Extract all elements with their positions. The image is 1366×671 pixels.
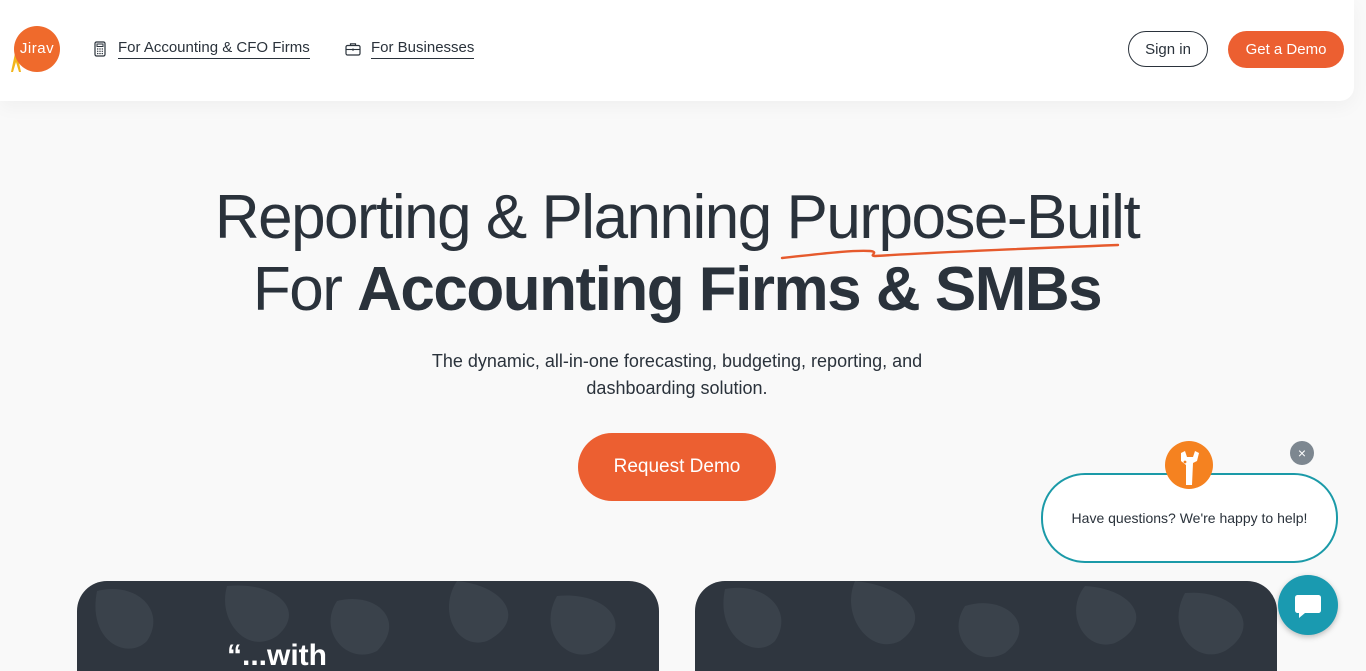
chat-launcher-button[interactable] [1278,575,1338,635]
calculator-icon [94,41,106,57]
chat-icon [1295,595,1321,618]
sign-in-button[interactable]: Sign in [1128,31,1208,67]
giraffe-pattern-background [95,581,616,655]
hero-subtitle: The dynamic, all-in-one forecasting, bud… [431,351,923,398]
hero-heading-bold: Accounting Firms & SMBs [357,255,1103,324]
chat-avatar-giraffe-icon [1165,441,1213,489]
testimonial-card-left: “...with [77,581,659,671]
request-demo-button[interactable]: Request Demo [578,433,776,501]
briefcase-icon [345,43,361,56]
testimonial-card-right [695,581,1277,671]
logo-wordmark: Jirav [14,26,60,72]
chat-greeting-text: Have questions? We're happy to help! [1071,510,1308,526]
nav-link-label: For Accounting & CFO Firms [118,39,310,59]
giraffe-pattern-background [723,581,1244,658]
nav-link-label: For Businesses [371,39,475,59]
hero-heading-line1: Reporting & Planning Purpose-Built [0,180,1354,256]
hero-heading-line2: For Accounting Firms & SMBs [0,252,1354,328]
testimonial-partial-text: “...with [227,639,327,671]
get-demo-button[interactable]: Get a Demo [1228,31,1344,68]
hero-heading-plain: Reporting & Planning [214,183,787,252]
chat-close-button[interactable]: × [1290,441,1314,465]
nav-link-businesses[interactable]: For Businesses [345,38,475,60]
hero-heading-plain: For [252,255,358,324]
jirav-logo[interactable]: Jirav [10,26,60,72]
giraffe-icon [1181,451,1199,485]
top-navigation: Jirav For Accounting & CFO Firms For Bus… [0,0,1354,101]
nav-link-accounting-firms[interactable]: For Accounting & CFO Firms [92,38,310,60]
